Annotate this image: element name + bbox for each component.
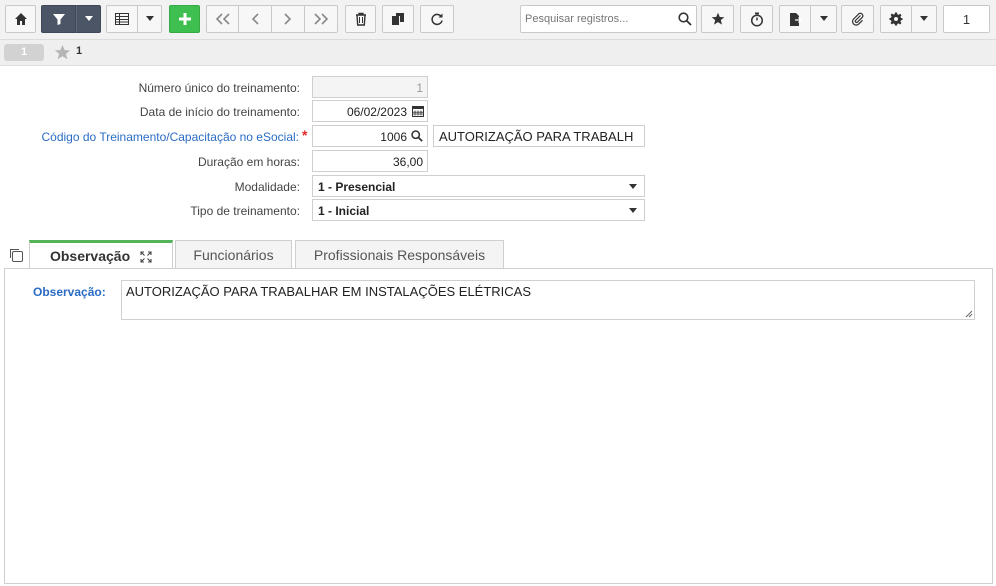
tab-funcionarios-label: Funcionários (193, 247, 274, 263)
search-icon[interactable] (678, 12, 692, 26)
modalidade-value: 1 - Presencial (318, 180, 396, 194)
star-icon (711, 12, 724, 25)
observacao-label: Observação: (33, 285, 106, 299)
tab-observacao[interactable]: Observação (29, 240, 173, 269)
double-chevron-left-icon (215, 13, 230, 25)
export-button[interactable] (779, 5, 811, 33)
caret-down-icon (145, 16, 154, 21)
settings-button[interactable] (880, 5, 912, 33)
trash-icon (355, 12, 366, 26)
refresh-icon (431, 13, 443, 26)
codigo-treinamento-value: 1006 (380, 130, 407, 144)
gear-icon (889, 12, 903, 26)
tipo-treinamento-select[interactable]: 1 - Inicial (312, 199, 645, 221)
record-badge[interactable]: 1 (4, 44, 44, 61)
copy-tabs-icon[interactable] (8, 247, 24, 263)
favorite-button[interactable] (701, 5, 734, 33)
filter-icon (52, 14, 65, 25)
expand-icon[interactable] (140, 251, 152, 263)
chevron-down-icon (629, 208, 637, 213)
resize-handle-icon[interactable] (964, 309, 973, 318)
duracao-field[interactable]: 36,00 (312, 150, 428, 172)
record-strip: 1 1 (0, 40, 996, 66)
filter-dropdown-button[interactable] (76, 5, 101, 33)
codigo-treinamento-description: AUTORIZAÇÃO PARA TRABALH (433, 125, 645, 147)
chevron-left-icon (251, 13, 259, 25)
add-button[interactable] (169, 5, 200, 33)
next-record-button[interactable] (272, 5, 305, 33)
settings-dropdown-button[interactable] (912, 5, 937, 33)
codigo-treinamento-description-text: AUTORIZAÇÃO PARA TRABALH (439, 129, 634, 144)
refresh-button[interactable] (420, 5, 454, 33)
page-number-field[interactable]: 1 (943, 5, 990, 33)
codigo-treinamento-label: Código do Treinamento/Capacitação no eSo… (41, 130, 300, 144)
codigo-treinamento-field[interactable]: 1006 (312, 125, 428, 147)
observacao-textarea[interactable]: AUTORIZAÇÃO PARA TRABALHAR EM INSTALAÇÕE… (121, 280, 975, 320)
numero-unico-label: Número único do treinamento: (138, 81, 300, 95)
double-chevron-right-icon (314, 13, 329, 25)
grid-view-dropdown-button[interactable] (138, 5, 162, 33)
numero-unico-value: 1 (416, 81, 423, 95)
required-star: * (302, 127, 308, 143)
duplicate-button[interactable] (382, 5, 414, 33)
stopwatch-icon (750, 12, 763, 27)
export-dropdown-button[interactable] (811, 5, 837, 33)
data-inicio-label: Data de início do treinamento: (139, 105, 300, 119)
modalidade-label: Modalidade: (234, 180, 300, 194)
caret-down-icon (819, 16, 828, 21)
tipo-treinamento-label: Tipo de treinamento: (190, 204, 300, 218)
timer-button[interactable] (740, 5, 773, 33)
star-icon[interactable] (54, 44, 71, 61)
search-icon[interactable] (411, 130, 423, 142)
first-record-button[interactable] (206, 5, 239, 33)
tipo-treinamento-value: 1 - Inicial (318, 204, 370, 218)
previous-record-button[interactable] (239, 5, 272, 33)
paperclip-icon (851, 12, 863, 26)
search-input[interactable] (521, 6, 671, 32)
tab-funcionarios[interactable]: Funcionários (175, 240, 292, 268)
toolbar: 1 (0, 0, 996, 40)
copy-icon (392, 13, 404, 25)
delete-button[interactable] (345, 5, 376, 33)
file-export-icon (789, 12, 802, 26)
observacao-value: AUTORIZAÇÃO PARA TRABALHAR EM INSTALAÇÕE… (126, 284, 532, 299)
duracao-value: 36,00 (392, 155, 423, 169)
search-box[interactable] (520, 5, 697, 33)
tab-profissionais-responsaveis-label: Profissionais Responsáveis (313, 247, 486, 263)
record-number: 1 (76, 45, 83, 57)
grid-icon (115, 13, 129, 25)
duracao-label: Duração em horas: (197, 155, 300, 169)
chevron-right-icon (284, 13, 292, 25)
last-record-button[interactable] (305, 5, 338, 33)
caret-down-icon (84, 16, 93, 21)
calendar-icon[interactable] (412, 105, 424, 117)
data-inicio-field[interactable]: 06/02/2023 (312, 100, 428, 122)
grid-view-button[interactable] (106, 5, 138, 33)
chevron-down-icon (629, 184, 637, 189)
home-button[interactable] (5, 5, 36, 33)
attach-button[interactable] (841, 5, 874, 33)
tab-profissionais-responsaveis[interactable]: Profissionais Responsáveis (295, 240, 504, 268)
data-inicio-value: 06/02/2023 (346, 105, 407, 119)
numero-unico-field: 1 (312, 76, 428, 98)
filter-button[interactable] (41, 5, 76, 33)
plus-icon (178, 13, 191, 25)
home-icon (14, 13, 27, 25)
caret-down-icon (920, 16, 928, 21)
tab-observacao-label: Observação (49, 248, 131, 264)
modalidade-select[interactable]: 1 - Presencial (312, 175, 645, 197)
